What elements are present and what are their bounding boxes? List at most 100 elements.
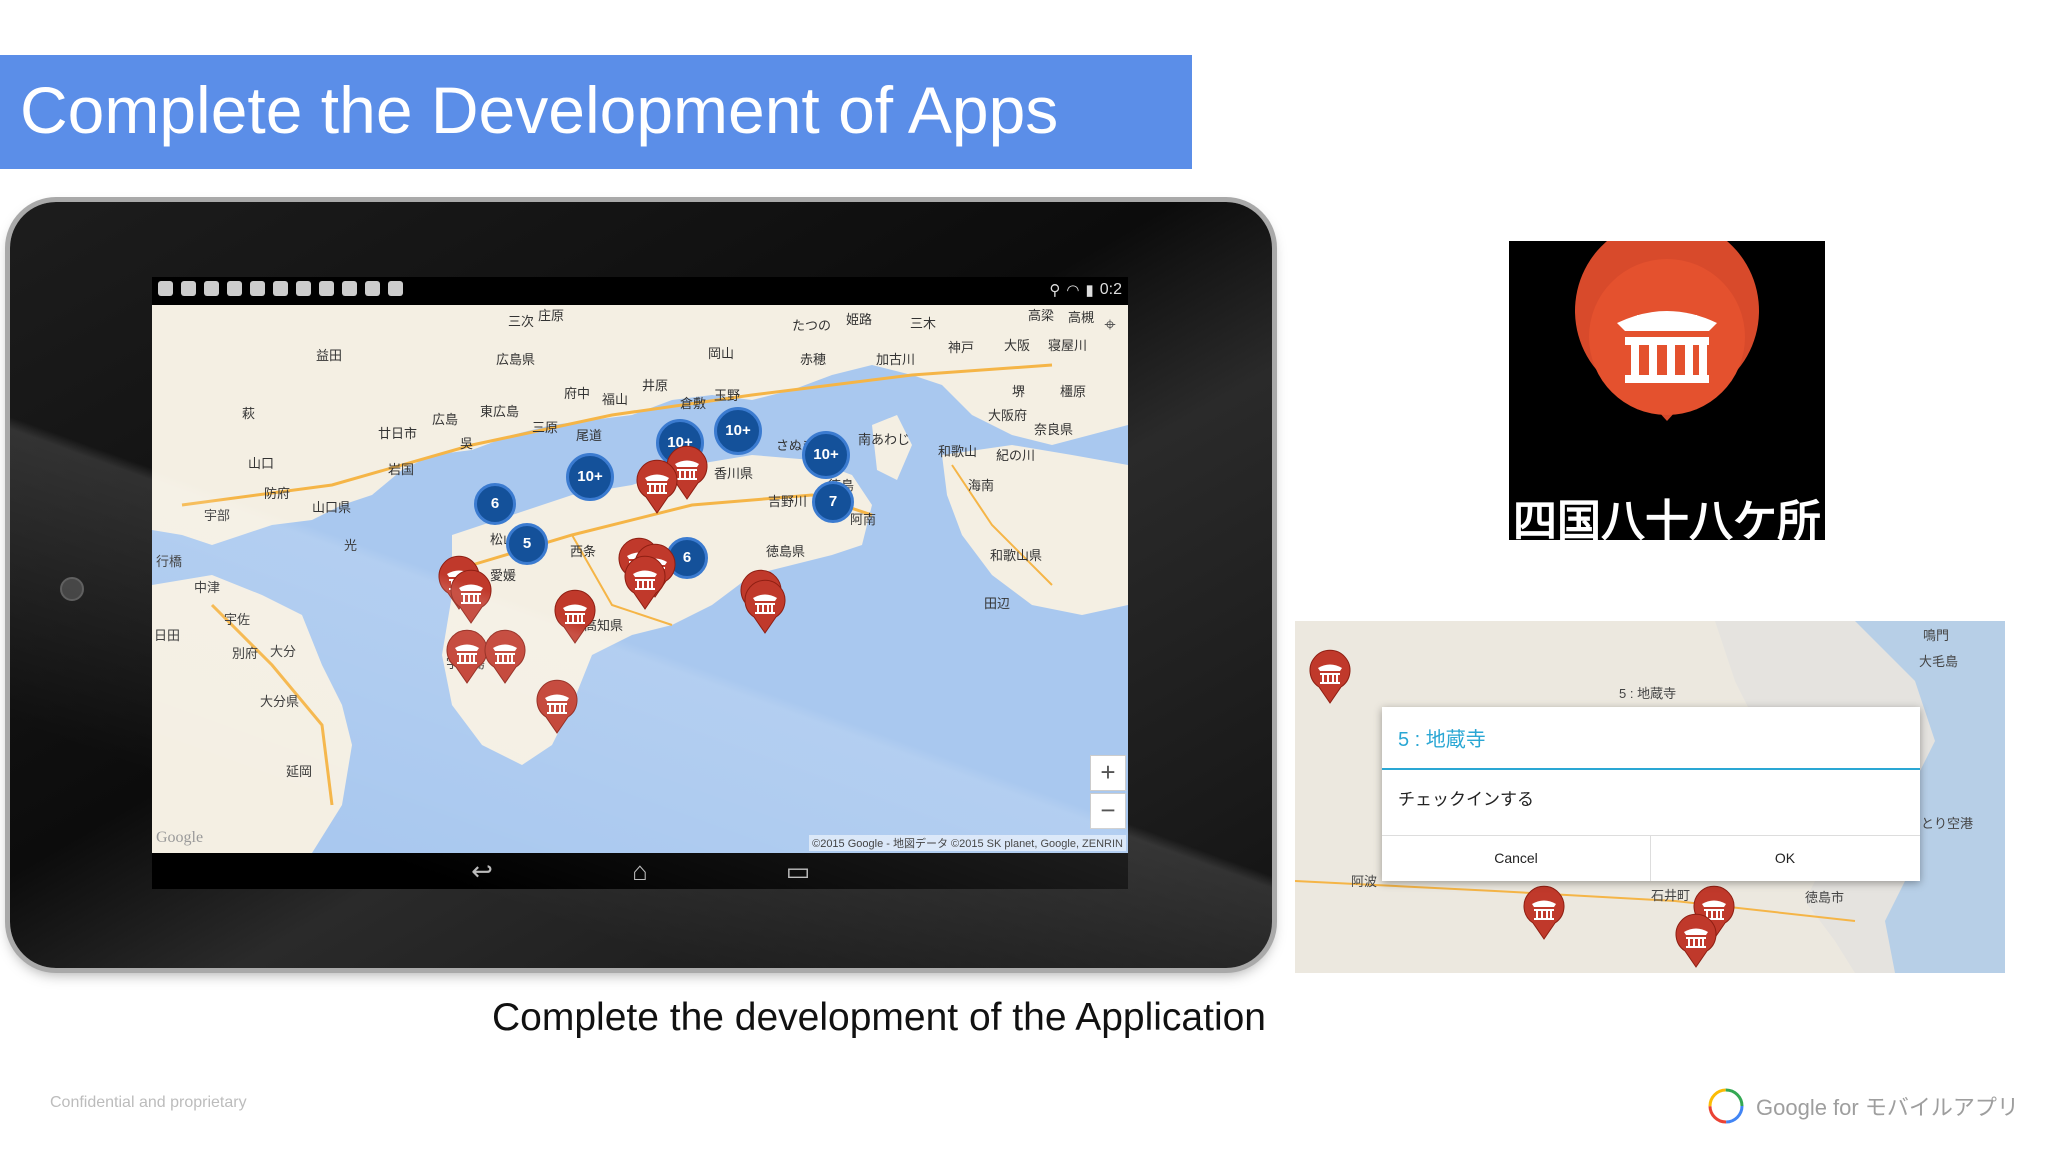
temple-pin[interactable]: [448, 567, 494, 625]
temple-pin[interactable]: [534, 677, 580, 735]
temple-pin[interactable]: [482, 627, 528, 685]
place-label: 広島: [432, 412, 459, 427]
place-label: 寝屋川: [1048, 338, 1088, 353]
android-nav-bar: ↩ ⌂ ▭: [152, 853, 1128, 889]
map-cluster-marker[interactable]: 10+: [566, 453, 614, 501]
temple-pin[interactable]: [1307, 647, 1353, 705]
photo-icon: [365, 281, 380, 296]
place-label: 海南: [968, 478, 995, 493]
google-circle-icon: [1708, 1088, 1744, 1124]
place-label: 山口: [248, 456, 275, 471]
zoom-in-button[interactable]: +: [1090, 755, 1126, 791]
place-label: 大分県: [260, 694, 300, 709]
slide-title: Complete the Development of Apps: [20, 73, 1059, 147]
place-label: 防府: [264, 486, 291, 501]
place-label: 徳島市: [1805, 890, 1845, 905]
place-label: 赤穂: [800, 352, 827, 367]
place-label: 三木: [910, 316, 937, 331]
place-label: 吳: [460, 436, 474, 451]
place-label: 延岡: [286, 764, 313, 779]
place-label: 倉敷: [680, 396, 707, 411]
check-icon: [388, 281, 403, 296]
barcode-icon: [204, 281, 219, 296]
google-branding: Google for モバイルアプリ: [1706, 1084, 2019, 1128]
slide-title-bar: Complete the Development of Apps: [0, 55, 1192, 169]
place-label: 堺: [1012, 384, 1026, 399]
chat-icon: [181, 281, 196, 296]
place-label: 中津: [194, 580, 221, 595]
map-cluster-marker[interactable]: 6: [474, 483, 516, 525]
sd-card-icon: [250, 281, 265, 296]
place-label: 橿原: [1060, 384, 1087, 399]
slide-caption: Complete the development of the Applicat…: [492, 996, 1267, 1039]
location-icon: ⚲: [1049, 282, 1061, 299]
place-label: 奈良県: [1034, 422, 1074, 437]
back-button[interactable]: ↩: [452, 857, 512, 885]
map-cluster-marker[interactable]: 7: [812, 481, 854, 523]
place-label: 庄原: [538, 308, 565, 323]
my-location-button[interactable]: ⌖: [1096, 311, 1124, 339]
place-label: 廿日市: [378, 426, 418, 441]
wifi-icon: ◠: [1066, 282, 1080, 299]
place-label: 福山: [602, 392, 629, 407]
download-icon: [227, 281, 242, 296]
tablet-device: ⚲ ◠ ▮ 0:2 ⌖ 三次 庄原 高梁 姫路 三木 高槻 益田 広島県 岡山 …: [10, 202, 1272, 968]
place-label: 広島県: [496, 352, 536, 367]
place-label: 行橋: [156, 554, 183, 569]
place-label: 宇佐: [224, 612, 251, 627]
place-label: 光: [344, 538, 358, 553]
place-label: 大毛島: [1919, 654, 1959, 669]
temple-pin[interactable]: [1521, 883, 1567, 941]
place-label: 阿南: [850, 512, 877, 527]
map-cluster-marker[interactable]: 10+: [802, 431, 850, 479]
notification-icons: [158, 281, 403, 296]
place-label: とり空港: [1921, 816, 1974, 831]
front-camera: [60, 577, 84, 601]
recent-apps-button[interactable]: ▭: [768, 857, 828, 885]
status-time: 0:2: [1099, 281, 1122, 298]
zoom-out-button[interactable]: −: [1090, 793, 1126, 829]
temple-pin[interactable]: [634, 457, 680, 515]
place-label: 日田: [154, 628, 181, 643]
place-label: 和歌山: [938, 444, 978, 459]
app-logo-text: 四国八十八ケ所: [1513, 497, 1821, 546]
place-label: 鳴門: [1923, 628, 1950, 643]
place-label: 石井町: [1651, 888, 1691, 903]
tablet-screen: ⚲ ◠ ▮ 0:2 ⌖ 三次 庄原 高梁 姫路 三木 高槻 益田 広島県 岡山 …: [152, 277, 1128, 889]
temple-pin[interactable]: [622, 553, 668, 611]
place-label: 田辺: [984, 596, 1011, 611]
place-label: たつの: [792, 318, 832, 333]
temple-pin[interactable]: [552, 587, 598, 645]
battery-icon: ▮: [1085, 282, 1094, 299]
dialog-title: 5 : 地蔵寺: [1398, 729, 1486, 751]
place-label: 姫路: [846, 312, 873, 327]
temple-pin[interactable]: [1673, 911, 1719, 969]
place-label: 吉野川: [768, 494, 808, 509]
place-label: 徳島県: [766, 544, 806, 559]
place-label: 玉野: [714, 388, 741, 403]
temple-pin[interactable]: [742, 577, 788, 635]
cancel-button[interactable]: Cancel: [1382, 836, 1650, 881]
map-view[interactable]: ⌖ 三次 庄原 高梁 姫路 三木 高槻 益田 広島県 岡山 たつの 赤穂 加古川…: [152, 305, 1128, 853]
ok-button[interactable]: OK: [1651, 836, 1919, 881]
place-label: 萩: [242, 406, 256, 421]
home-button[interactable]: ⌂: [610, 857, 670, 885]
temple-pin-icon: [1575, 241, 1759, 421]
system-status: ⚲ ◠ ▮ 0:2: [1049, 281, 1122, 299]
place-label: 南あわじ: [858, 432, 911, 447]
map-info-label: 5 : 地蔵寺: [1619, 686, 1677, 701]
place-label: 西条: [570, 544, 597, 559]
place-label: 神戸: [948, 340, 975, 355]
place-label: 尾道: [576, 428, 603, 443]
place-label: 阿波: [1351, 874, 1378, 889]
map-cluster-marker[interactable]: 10+: [714, 407, 762, 455]
google-map-logo: Google: [156, 829, 204, 846]
place-label: 益田: [316, 348, 343, 363]
place-label: 別府: [232, 646, 259, 661]
place-label: 香川県: [714, 466, 754, 481]
barcode-icon-2: [342, 281, 357, 296]
checkin-screenshot: 5 : 地蔵寺 阿波 石井町 徳島市 大毛島 鳴門 とり空港 5 : 地蔵寺 チ…: [1295, 621, 2005, 973]
place-label: 岩国: [388, 462, 415, 477]
place-label: 宇部: [204, 508, 231, 523]
map-cluster-marker[interactable]: 5: [506, 523, 548, 565]
